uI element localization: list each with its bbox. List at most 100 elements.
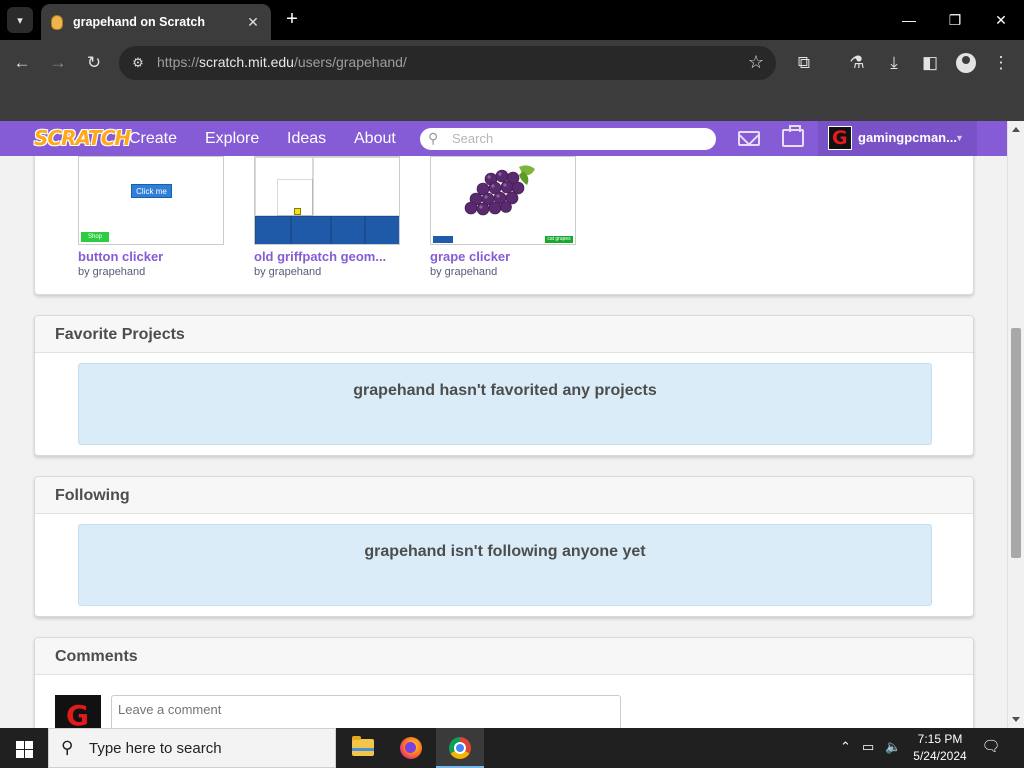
tray-chevron-up-icon[interactable]: ⌃ [840,739,851,755]
nav-ideas[interactable]: Ideas [287,130,326,148]
thumb-tile [365,216,399,244]
following-box: Following grapehand isn't following anyo… [34,476,974,617]
avatar [55,695,101,728]
project-title[interactable]: grape clicker [430,249,576,264]
avatar [828,126,852,150]
taskbar-clock[interactable]: 7:15 PM 5/24/2024 [905,731,975,765]
firefox-app[interactable] [387,728,435,768]
nav-search-input[interactable] [452,131,702,146]
notifications-icon[interactable]: 🗨 [980,737,1002,759]
project-author[interactable]: by grapehand [254,266,400,278]
chrome-icon [449,737,471,759]
chrome-app[interactable] [436,728,484,768]
thumb-click-me-button: Click me [131,184,172,198]
url-path: /users/grapehand/ [293,54,407,70]
page-scrollbar[interactable] [1007,121,1024,728]
network-icon[interactable]: ▭ [862,739,874,755]
thumb-tile [313,157,399,216]
account-menu[interactable]: gamingpcman... ▼ [818,121,977,156]
firefox-icon [400,737,422,759]
thumb-tile [255,216,291,244]
window-close-icon[interactable]: ✕ [979,6,1023,34]
taskbar-search[interactable]: ⚲ Type here to search [48,728,336,768]
thumb-green-label: cat grapes [545,236,573,243]
taskbar-search-placeholder: Type here to search [89,740,222,757]
scratch-logo[interactable]: SCRATCH [34,126,131,152]
thumb-blue-bar [433,236,453,243]
chevron-down-icon: ▼ [955,133,964,143]
project-author[interactable]: by grapehand [78,266,224,278]
url-host: scratch.mit.edu [199,54,294,70]
site-info-icon[interactable]: ⚙ [128,53,148,73]
scrollbar-thumb[interactable] [1011,328,1021,558]
project-thumbnail[interactable]: Click me Shop [78,156,224,245]
following-header: Following [35,477,973,514]
search-icon: ⚲ [61,738,74,757]
bookmark-star-icon[interactable]: ☆ [748,52,764,73]
minimize-icon[interactable]: — [887,6,931,34]
project-card[interactable]: cat grapes grape clicker by grapehand [430,156,576,278]
account-username: gamingpcman... [858,130,957,145]
nav-create[interactable]: Create [129,130,177,148]
favorite-projects-box: Favorite Projects grapehand hasn't favor… [34,315,974,456]
tab-close-icon[interactable]: ✕ [243,14,263,31]
search-icon: ⚲ [428,130,439,146]
side-panel-icon[interactable]: ◧ [917,50,943,76]
comment-input[interactable] [111,695,621,728]
thumb-tile [291,216,331,244]
clock-time: 7:15 PM [917,732,963,746]
volume-muted-icon[interactable]: 🔈 [885,739,901,755]
scratch-navbar: SCRATCH Create Explore Ideas About ⚲ gam… [0,121,1007,156]
scroll-down-icon[interactable] [1012,717,1020,722]
favorites-empty-message: grapehand hasn't favorited any projects [78,363,932,445]
comments-box: Comments [34,637,974,728]
scroll-up-icon[interactable] [1012,127,1020,132]
browser-profile-icon[interactable] [956,53,976,73]
grapes-image [464,165,535,216]
comments-header: Comments [35,638,973,675]
project-author[interactable]: by grapehand [430,266,576,278]
shared-projects-box: Click me Shop button clicker by grapehan… [34,156,974,295]
scratch-favicon-icon [51,14,63,30]
new-tab-icon[interactable]: + [281,8,303,30]
reload-icon[interactable]: ↻ [81,50,107,76]
profile-content: Click me Shop button clicker by grapehan… [0,156,1007,728]
browser-tab[interactable]: grapehand on Scratch ✕ [41,4,271,40]
project-thumbnail[interactable]: cat grapes [430,156,576,245]
browser-tabstrip: ▾ grapehand on Scratch ✕ + — ❐ ✕ [0,0,1024,40]
nav-search-box[interactable]: ⚲ [420,128,716,150]
thumb-player-cube [294,208,301,215]
nav-about[interactable]: About [354,130,396,148]
nav-explore[interactable]: Explore [205,130,259,148]
extensions-icon[interactable]: ⧉ [791,50,817,76]
windows-start-icon[interactable] [0,728,48,768]
my-stuff-icon[interactable] [782,125,804,147]
project-title[interactable]: button clicker [78,249,224,264]
menu-kebab-icon[interactable]: ⋮ [988,50,1014,76]
download-icon[interactable]: ⤓ [881,50,907,76]
back-icon[interactable]: ← [9,50,35,76]
thumb-shop-label: Shop [81,232,109,242]
clock-date: 5/24/2024 [913,749,967,763]
project-title[interactable]: old griffpatch geom... [254,249,400,264]
labs-flask-icon[interactable]: ⚗ [844,50,870,76]
file-explorer-app[interactable] [338,728,386,768]
windows-taskbar: ⚲ Type here to search ⌃ ▭ 🔈 7:15 PM 5/24… [0,728,1024,768]
tab-title: grapehand on Scratch [73,15,205,29]
following-empty-message: grapehand isn't following anyone yet [78,524,932,606]
favorites-header: Favorite Projects [35,316,973,353]
messages-icon[interactable] [738,131,760,146]
project-thumbnail[interactable] [254,156,400,245]
thumb-tile [331,216,365,244]
tab-search-icon[interactable]: ▾ [7,7,33,33]
project-card[interactable]: Click me Shop button clicker by grapehan… [78,156,224,278]
forward-icon[interactable]: → [45,50,71,76]
restore-icon[interactable]: ❐ [933,6,977,34]
url-scheme: https:// [157,54,200,70]
project-card[interactable]: old griffpatch geom... by grapehand [254,156,400,278]
browser-bookmark-bar [0,85,1024,121]
address-bar[interactable]: ⚙ https://scratch.mit.edu/users/grapehan… [119,46,776,80]
url-text[interactable]: https://scratch.mit.edu/users/grapehand/ [157,54,407,70]
browser-toolbar: ← → ↻ ⚙ https://scratch.mit.edu/users/gr… [0,40,1024,85]
folder-icon [352,736,374,756]
